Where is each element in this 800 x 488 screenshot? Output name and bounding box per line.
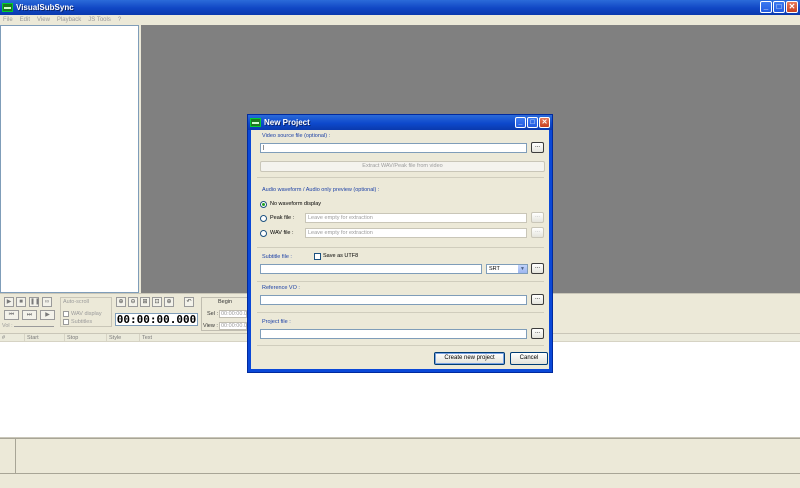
separator [257,177,544,178]
status-bar [0,473,800,488]
reference-browse-button[interactable]: ... [531,294,544,305]
extract-wav-peak-button[interactable]: Extract WAV/Peak file from video [260,161,545,172]
edit-panel-gutter [0,439,16,473]
separator [257,281,544,282]
dialog-app-icon [250,118,261,127]
auto-scroll-label: Auto-scroll [63,299,89,305]
maximize-button[interactable]: □ [773,1,785,13]
cancel-button[interactable]: Cancel [510,352,548,365]
project-browse-button[interactable]: ... [531,328,544,339]
wav-browse-button[interactable]: ... [531,227,544,238]
project-file-input[interactable] [260,329,527,339]
no-waveform-label: No waveform display [270,201,322,207]
main-title-bar[interactable]: VisualSubSync _ □ ✕ [0,0,800,15]
dialog-minimize-button[interactable]: _ [515,117,526,128]
subtitle-format-select[interactable]: SRT ▼ [486,264,528,274]
create-new-project-button[interactable]: Create new project [434,352,505,365]
selection-info-group: Begin Sel : 00:00:00.0 View : 00:00:00.0 [201,297,251,331]
zoom-all-icon[interactable]: ⊡ [152,297,162,307]
menu-edit[interactable]: Edit [20,17,30,23]
vol-label: Vol : [2,323,13,329]
loop-icon[interactable]: ∞ [42,297,52,307]
menu-help[interactable]: ? [118,17,121,23]
subtitles-checkbox[interactable] [63,319,69,325]
dialog-title-bar[interactable]: New Project _ □ ✕ [248,115,552,130]
chevron-down-icon: ▼ [518,265,527,273]
subtitle-file-label: Subtitle file : [261,254,293,260]
video-browse-button[interactable]: ... [531,142,544,153]
view-label: View : [203,323,218,329]
wav-file-input[interactable]: Leave empty for extraction [305,228,527,238]
zoom-out-icon[interactable]: ⊖ [128,297,138,307]
stop-icon[interactable]: ■ [16,297,26,307]
sel-begin-value: 00:00:00.0 [219,310,247,318]
dialog-title: New Project [264,118,310,127]
column-start[interactable]: Start [25,334,65,341]
dialog-body: Video source file (optional) : | ... Ext… [251,130,549,369]
subtitles-label: Subtitles [71,319,93,325]
app-title: VisualSubSync [16,3,74,12]
subtitle-format-value: SRT [489,266,500,272]
dialog-close-button[interactable]: ✕ [539,117,550,128]
app-icon [2,3,13,12]
no-waveform-radio[interactable] [260,201,267,208]
separator [257,312,544,313]
volume-slider[interactable] [14,326,54,327]
reference-vo-input[interactable] [260,295,527,305]
column-index[interactable]: # [0,334,25,341]
close-button[interactable]: ✕ [786,1,798,13]
wav-display-checkbox[interactable] [63,311,69,317]
subtitle-file-input[interactable] [260,264,482,274]
zoom-selection-icon[interactable]: ⊞ [140,297,150,307]
wav-display-label: WAV display [71,311,102,317]
current-time-display: 00:00:00.000 [115,313,198,326]
peak-file-radio[interactable] [260,215,267,222]
menu-bar: File Edit View Playback JS Tools ? [0,15,800,25]
subtitle-browse-button[interactable]: ... [531,263,544,274]
separator [257,345,544,346]
undo-icon[interactable]: ↶ [184,297,194,307]
sel-label: Sel : [207,311,219,317]
zoom-in-icon[interactable]: ⊕ [116,297,126,307]
new-project-dialog: New Project _ □ ✕ Video source file (opt… [248,115,552,372]
dialog-maximize-button[interactable]: □ [527,117,538,128]
column-style[interactable]: Style [107,334,140,341]
menu-js-tools[interactable]: JS Tools [88,17,111,23]
begin-label: Begin [218,299,233,305]
left-panel[interactable] [0,25,139,293]
video-source-input[interactable]: | [260,143,527,153]
wav-file-label: WAV file : [270,230,294,236]
peak-file-input[interactable]: Leave empty for extraction [305,213,527,223]
peak-file-label: Peak file : [270,215,295,221]
subtitle-edit-panel[interactable] [0,438,800,473]
zoom-vertical-icon[interactable]: ⊕ [164,297,174,307]
next-icon[interactable]: ⏭ [22,310,37,320]
column-text[interactable]: Text [140,334,240,341]
menu-file[interactable]: File [3,17,13,23]
project-file-label: Project file : [261,319,292,325]
play-to-end-icon[interactable]: ▶ [40,310,55,320]
view-begin-value: 00:00:00.0 [219,322,247,330]
column-stop[interactable]: Stop [65,334,107,341]
menu-playback[interactable]: Playback [57,17,81,23]
menu-view[interactable]: View [37,17,50,23]
play-icon[interactable]: ▶ [4,297,14,307]
previous-icon[interactable]: ⏮ [4,310,19,320]
minimize-button[interactable]: _ [760,1,772,13]
reference-vo-label: Reference VO : [261,285,301,291]
save-utf8-label: Save as UTF8 [323,253,359,259]
wav-file-radio[interactable] [260,230,267,237]
peak-browse-button[interactable]: ... [531,212,544,223]
video-source-label: Video source file (optional) : [261,133,332,139]
pause-icon[interactable]: ❚❚ [29,297,40,307]
save-utf8-checkbox[interactable] [314,253,321,260]
separator [257,247,544,248]
audio-waveform-label: Audio waveform / Audio only preview (opt… [261,187,381,193]
